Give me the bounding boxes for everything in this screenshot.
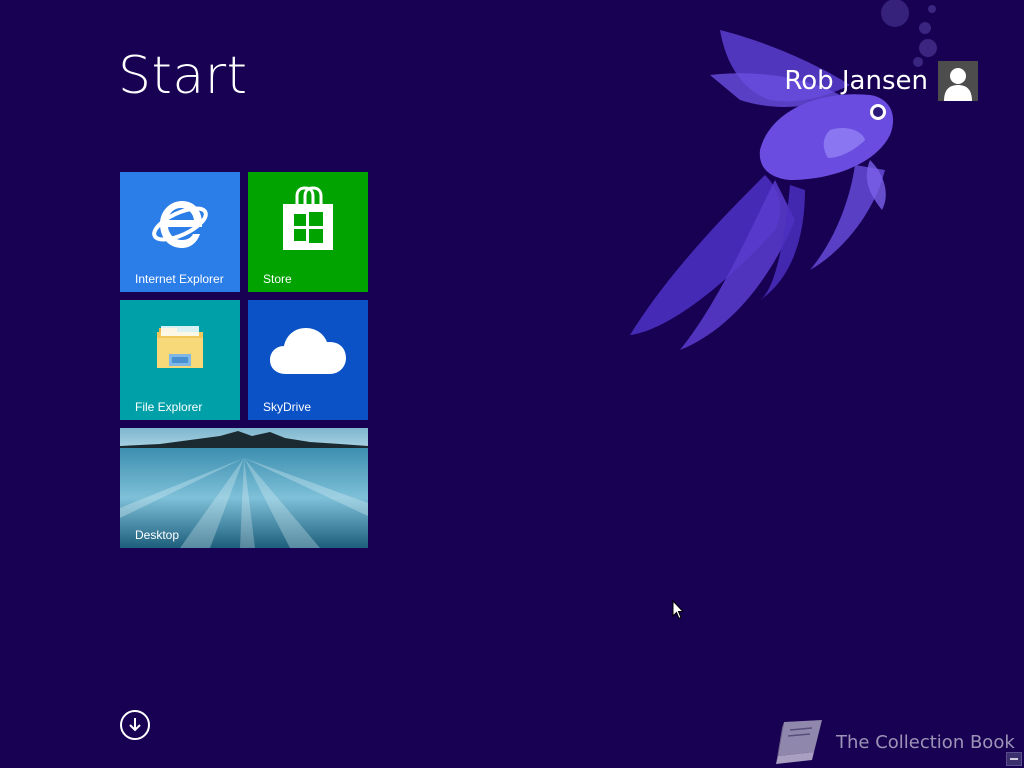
tile-label: Desktop <box>135 528 180 542</box>
store-icon <box>283 186 333 250</box>
internet-explorer-icon <box>152 201 208 248</box>
tile-label: Internet Explorer <box>135 272 224 286</box>
tile-skydrive[interactable]: SkyDrive <box>248 300 368 420</box>
all-apps-button[interactable] <box>120 710 150 740</box>
user-avatar-icon <box>938 61 978 101</box>
tile-internet-explorer[interactable]: Internet Explorer <box>120 172 240 292</box>
user-account-button[interactable]: Rob Jansen <box>784 60 978 102</box>
arrow-down-icon <box>129 718 141 732</box>
minimize-corner-icon[interactable] <box>1006 752 1022 766</box>
page-title: Start <box>118 46 248 106</box>
tile-store[interactable]: Store <box>248 172 368 292</box>
watermark: The Collection Book <box>772 718 1015 766</box>
tile-label: Store <box>263 272 292 286</box>
cloud-icon <box>270 328 346 374</box>
tile-desktop[interactable]: Desktop <box>120 428 368 548</box>
watermark-text: The Collection Book <box>836 731 1015 753</box>
folder-icon <box>157 326 203 368</box>
tile-label: File Explorer <box>135 400 203 414</box>
tile-label: SkyDrive <box>263 400 312 414</box>
fish-wallpaper-art <box>630 0 937 350</box>
mouse-cursor-icon <box>672 600 684 620</box>
tile-file-explorer[interactable]: File Explorer <box>120 300 240 420</box>
book-icon <box>776 720 822 764</box>
user-name: Rob Jansen <box>784 66 928 96</box>
